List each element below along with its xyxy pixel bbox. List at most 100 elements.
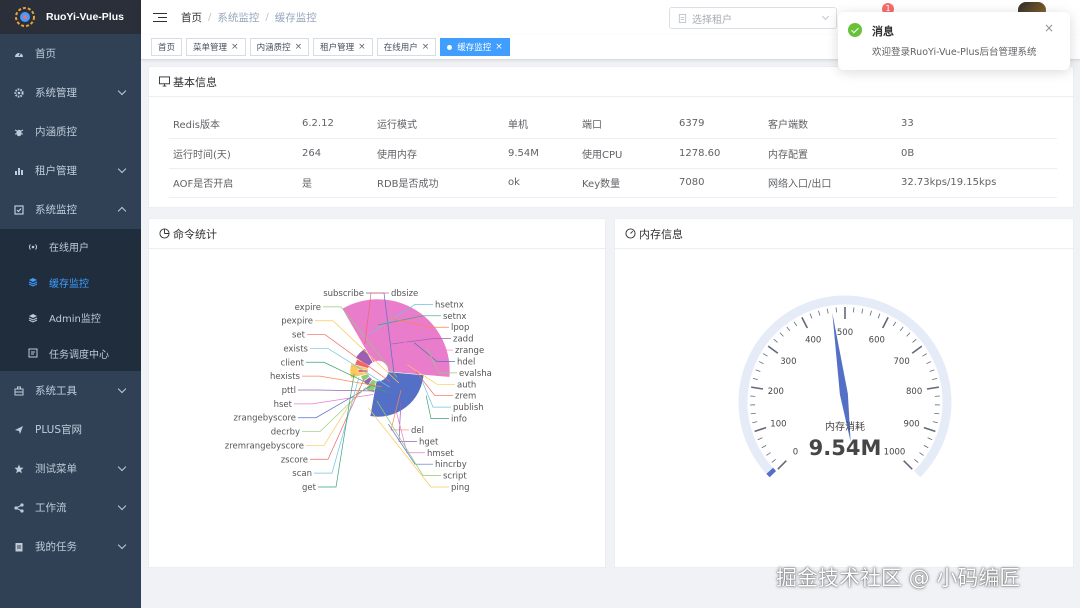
gauge-minor-tick [763, 353, 768, 357]
gauge-minor-tick [826, 308, 829, 314]
close-icon[interactable]: × [295, 42, 303, 52]
command-label: evalsha [459, 369, 492, 379]
gauge-major-tick [903, 460, 913, 470]
sidebar-item-monitor[interactable]: 系统监控 [0, 190, 141, 229]
job-icon [28, 348, 38, 358]
command-label: subscribe [323, 289, 364, 299]
close-icon[interactable]: × [358, 42, 366, 52]
command-label: scan [292, 469, 312, 479]
tag-label: 内涵质控 [256, 43, 291, 53]
command-label: zremrangebyscore [225, 441, 304, 451]
document-icon [678, 13, 687, 23]
rose-slice[interactable] [369, 371, 425, 418]
task-icon [14, 542, 24, 552]
sidebar-item-plus-site[interactable]: PLUS官网 [0, 410, 141, 449]
sidebar-item-online-users[interactable]: 在线用户 [0, 229, 141, 265]
command-label: set [292, 331, 306, 341]
tag-tenant[interactable]: 租户管理 × [313, 38, 373, 56]
monitor-icon [14, 204, 24, 215]
gauge-minor-tick [927, 437, 933, 441]
tag-quality[interactable]: 内涵质控 × [249, 38, 310, 56]
sidebar-item-label: 我的任务 [35, 541, 77, 553]
breadcrumb-home[interactable]: 首页 [181, 10, 202, 25]
command-label: lpop [451, 323, 469, 333]
command-label: pexpire [281, 317, 313, 327]
close-icon[interactable]: × [231, 42, 239, 52]
card-header: 基本信息 [149, 67, 1073, 97]
close-icon[interactable]: × [1044, 21, 1054, 35]
sidebar-item-tools[interactable]: 系统工具 [0, 371, 141, 410]
command-label: zrem [455, 392, 476, 402]
command-label: pttl [282, 386, 296, 396]
info-label: 使用内存 [373, 138, 504, 169]
gauge-title: 内存消耗 [825, 420, 865, 433]
tag-menu-manage[interactable]: 菜单管理 × [186, 38, 246, 56]
close-icon[interactable]: × [422, 42, 430, 52]
sidebar-item-system[interactable]: 系统管理 [0, 73, 141, 112]
gauge-minor-tick [758, 361, 764, 365]
gauge-tick-label: 300 [780, 357, 796, 367]
command-label: publish [453, 403, 484, 413]
command-label: client [281, 358, 305, 368]
sidebar-item-label: 系统工具 [35, 385, 77, 397]
info-label: Redis版本 [169, 109, 298, 139]
label-leader-line [306, 386, 361, 446]
gauge-minor-tick [786, 326, 791, 332]
gauge-minor-tick [779, 332, 784, 337]
command-label: del [411, 426, 424, 436]
sidebar-item-workflow[interactable]: 工作流 [0, 488, 141, 527]
pie-chart-icon [159, 228, 170, 239]
share-icon [14, 502, 24, 513]
gauge-tick-label: 100 [770, 420, 786, 430]
info-row: Redis版本 6.2.12 运行模式 单机 端口 6379 客户端数 33 [169, 109, 1057, 139]
tag-cache-monitor[interactable]: 缓存监控 × [440, 38, 510, 56]
toolbox-icon [14, 386, 24, 396]
welcome-notification: 消息 欢迎登录RuoYi-Vue-Plus后台管理系统 × [838, 12, 1070, 70]
star-icon [14, 464, 24, 474]
info-label: 运行时间(天) [169, 138, 298, 169]
command-label: zrangebyscore [234, 414, 296, 424]
sidebar-item-home[interactable]: 首页 [0, 34, 141, 73]
command-label: decrby [271, 428, 300, 438]
chevron-down-icon [821, 12, 830, 21]
command-label: info [451, 415, 467, 425]
gauge-minor-tick [926, 361, 932, 365]
breadcrumb-system-monitor[interactable]: 系统监控 [217, 10, 259, 25]
sidebar-item-my-tasks[interactable]: 我的任务 [0, 527, 141, 566]
tenant-select[interactable]: 选择租户 [669, 7, 837, 29]
gauge-minor-tick [912, 338, 917, 343]
sidebar-item-quality[interactable]: 内涵质控 [0, 112, 141, 151]
sidebar-item-test-menu[interactable]: 测试菜单 [0, 449, 141, 488]
chevron-up-icon [117, 206, 127, 216]
hamburger-icon[interactable] [153, 12, 167, 23]
info-value: ok [504, 168, 578, 198]
info-value: 单机 [504, 109, 578, 139]
info-value: 7080 [675, 168, 764, 198]
gauge-minor-tick [923, 445, 929, 449]
sidebar-item-admin-monitor[interactable]: Admin监控 [0, 300, 141, 336]
card-title: 命令统计 [173, 227, 217, 241]
tag-online-users[interactable]: 在线用户 × [376, 38, 437, 56]
sidebar-item-job-center[interactable]: 任务调度中心 [0, 336, 141, 372]
sidebar-item-cache-monitor[interactable]: 缓存监控 [0, 265, 141, 301]
sidebar-item-tenant[interactable]: 租户管理 [0, 151, 141, 190]
gauge-icon [625, 228, 636, 239]
success-icon [848, 23, 862, 37]
tag-home[interactable]: 首页 [151, 38, 183, 56]
logo[interactable]: RuoYi-Vue-Plus [0, 0, 141, 34]
sidebar-item-label: 租户管理 [35, 165, 77, 177]
tag-label: 在线用户 [383, 43, 418, 53]
sidebar-item-label: 测试菜单 [35, 463, 77, 475]
gauge-tick-label: 200 [768, 387, 784, 397]
command-label: expire [295, 303, 321, 313]
breadcrumb-separator: / [208, 12, 212, 23]
bug-icon [14, 127, 24, 137]
gauge-major-tick [801, 316, 809, 329]
gauge-minor-tick [773, 338, 778, 343]
gauge-major-tick [923, 426, 936, 433]
monitor-icon [159, 76, 170, 87]
sidebar-item-label: 系统监控 [35, 204, 77, 216]
close-icon[interactable]: × [495, 42, 503, 52]
info-label: 客户端数 [764, 109, 897, 139]
tenant-select-placeholder: 选择租户 [692, 14, 732, 26]
